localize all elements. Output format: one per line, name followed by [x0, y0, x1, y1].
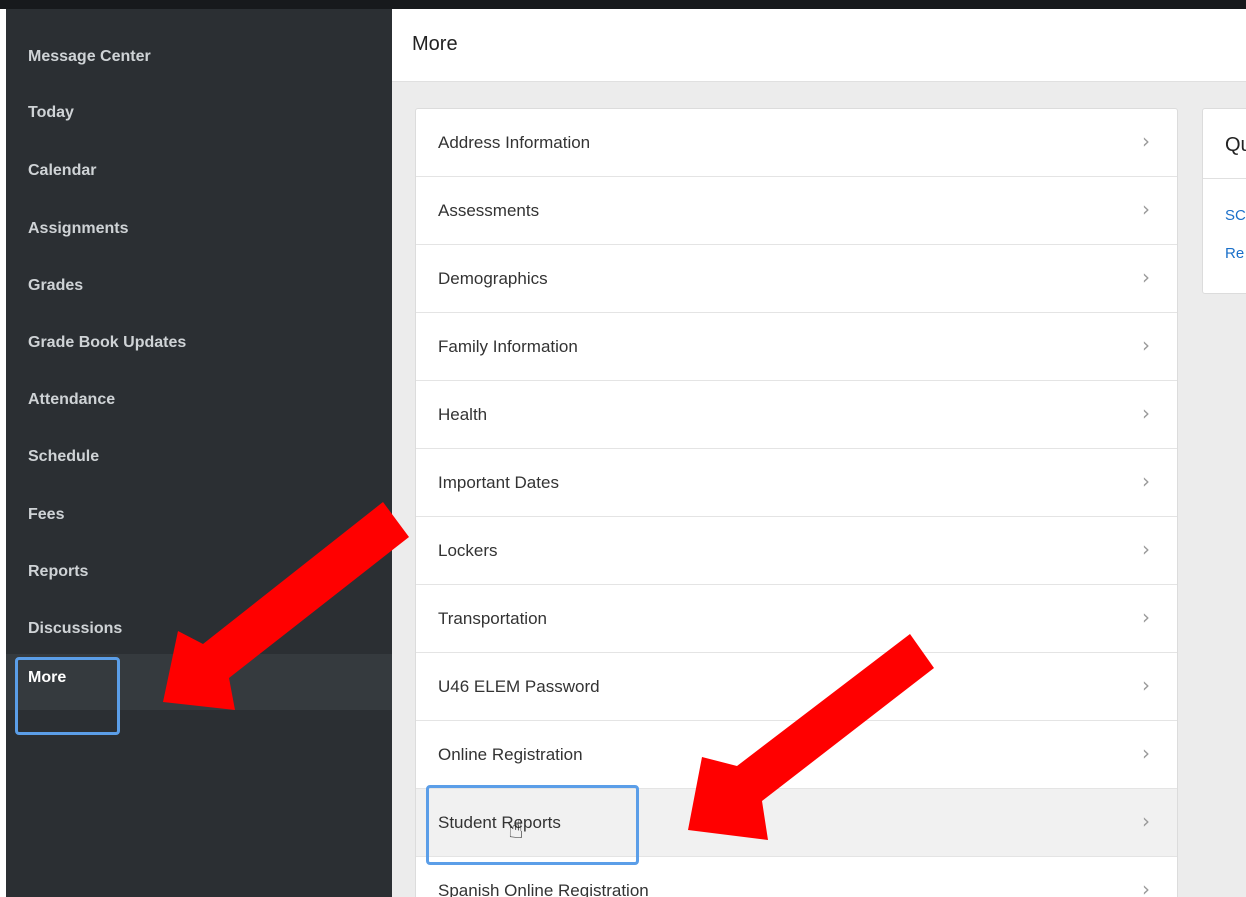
red-arrow-icon-sidebar — [163, 502, 409, 710]
annotation-arrows — [163, 502, 934, 840]
app-window: Message Center Today Calendar Assignment… — [0, 0, 1246, 897]
red-arrow-icon-list — [688, 634, 934, 840]
hand-pointer-cursor-icon: ☝ — [508, 815, 524, 845]
